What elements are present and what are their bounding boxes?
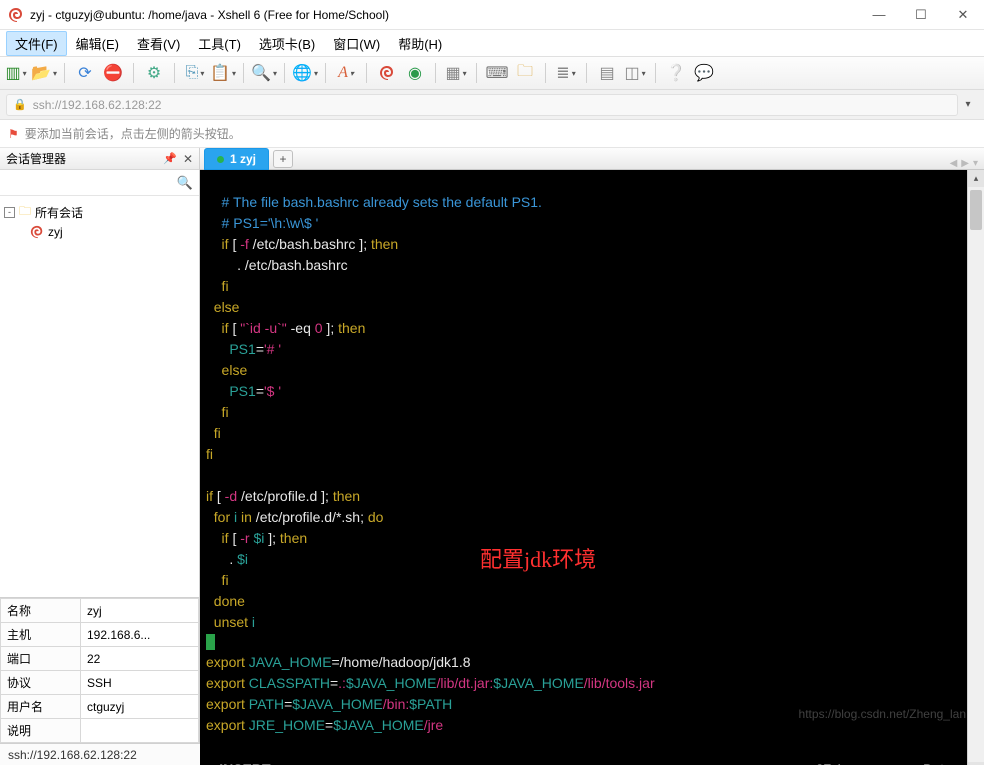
shell-icon[interactable]	[377, 63, 397, 83]
script-icon[interactable]: ≣	[556, 63, 576, 83]
feedback-icon[interactable]: 💬	[694, 63, 714, 83]
menu-bar: 文件(F) 编辑(E) 查看(V) 工具(T) 选项卡(B) 窗口(W) 帮助(…	[0, 30, 984, 56]
properties-icon[interactable]: ⚙	[144, 63, 164, 83]
content-area: 1 zyj + ◀ ▶ ▾ # The file bash.bashrc alr…	[200, 148, 984, 743]
terminal[interactable]: # The file bash.bashrc already sets the …	[200, 170, 967, 765]
find-icon[interactable]: 🔍	[254, 63, 274, 83]
vertical-scrollbar[interactable]: ▴ ▾	[967, 170, 984, 765]
vim-status-line: -- INSERT -- 27,1 Bot	[200, 760, 950, 765]
prop-val: SSH	[81, 671, 199, 695]
address-text: ssh://192.168.62.128:22	[33, 98, 162, 112]
session-manager-title: 会话管理器	[6, 150, 66, 167]
prop-row: 端口22	[1, 647, 199, 671]
lock-icon: 🔒	[13, 98, 27, 111]
pin-icon[interactable]: 📌	[163, 152, 177, 165]
address-input[interactable]: 🔒 ssh://192.168.62.128:22	[6, 94, 958, 116]
hint-text: 要添加当前会话，点击左侧的箭头按钮。	[25, 125, 241, 142]
panel-close-icon[interactable]: ✕	[183, 152, 193, 166]
window-titlebar: zyj - ctguzyj@ubuntu: /home/java - Xshel…	[0, 0, 984, 30]
app-icon	[8, 7, 24, 23]
menu-help[interactable]: 帮助(H)	[389, 31, 451, 56]
prop-val	[81, 719, 199, 743]
menu-edit[interactable]: 编辑(E)	[67, 31, 128, 56]
search-icon[interactable]: 🔍	[177, 175, 193, 191]
close-button[interactable]: ✕	[950, 7, 976, 23]
session-manager-panel: 会话管理器 📌 ✕ 🔍 - 🗀 所有会话 zyj 名称zyj 主机192.168…	[0, 148, 200, 743]
tab-menu-icon[interactable]: ▾	[973, 158, 978, 169]
prop-row: 主机192.168.6...	[1, 623, 199, 647]
tab-status-dot	[217, 156, 224, 163]
prop-row: 说明	[1, 719, 199, 743]
session-icon	[30, 225, 44, 239]
session-properties: 名称zyj 主机192.168.6... 端口22 协议SSH 用户名ctguz…	[0, 597, 199, 743]
vim-scroll: Bot	[923, 760, 944, 765]
prop-key: 主机	[1, 623, 81, 647]
copy-icon[interactable]: ⎘	[185, 63, 205, 83]
cursor	[206, 634, 215, 650]
session-search: 🔍	[0, 170, 199, 196]
prop-key: 端口	[1, 647, 81, 671]
keyboard-icon[interactable]: ⌨	[487, 63, 507, 83]
folder-icon: 🗀	[19, 202, 31, 223]
session-tree: - 🗀 所有会话 zyj	[0, 196, 199, 597]
annotation-overlay: 配置jdk环境	[480, 550, 596, 569]
tab-label: 1 zyj	[230, 152, 256, 166]
tree-session-label: zyj	[48, 225, 63, 239]
reconnect-icon[interactable]: ⟳	[75, 63, 95, 83]
new-session-icon[interactable]: ▥	[6, 63, 26, 83]
menu-tabs[interactable]: 选项卡(B)	[250, 31, 324, 56]
prop-key: 名称	[1, 599, 81, 623]
help-icon[interactable]: ❔	[666, 63, 686, 83]
hint-bar: ⚑ 要添加当前会话，点击左侧的箭头按钮。	[0, 120, 984, 148]
prop-key: 说明	[1, 719, 81, 743]
status-address: ssh://192.168.62.128:22	[8, 748, 137, 762]
tab-next-icon[interactable]: ▶	[961, 158, 969, 169]
toolbar: ▥ 📂 ⟳ ⛔ ⚙ ⎘ 📋 🔍 🌐 A ◉ ▦ ⌨ 🗀 ≣ ▤ ◫ ❔ 💬	[0, 56, 984, 90]
prop-val: 22	[81, 647, 199, 671]
tab-add-button[interactable]: +	[273, 150, 293, 168]
layout-icon[interactable]: ▦	[446, 63, 466, 83]
grid-icon[interactable]: ▤	[597, 63, 617, 83]
menu-view[interactable]: 查看(V)	[128, 31, 189, 56]
prop-val: 192.168.6...	[81, 623, 199, 647]
menu-window[interactable]: 窗口(W)	[324, 31, 389, 56]
prop-row: 名称zyj	[1, 599, 199, 623]
tree-root[interactable]: - 🗀 所有会话	[4, 202, 195, 222]
scroll-thumb[interactable]	[970, 190, 982, 230]
maximize-button[interactable]: ☐	[908, 7, 934, 23]
scroll-up-icon[interactable]: ▴	[968, 170, 984, 187]
window-title: zyj - ctguzyj@ubuntu: /home/java - Xshel…	[30, 8, 866, 22]
tree-collapse-icon[interactable]: -	[4, 207, 15, 218]
vim-mode: -- INSERT --	[206, 760, 284, 765]
prop-val: ctguzyj	[81, 695, 199, 719]
tab-zyj[interactable]: 1 zyj	[204, 148, 269, 170]
tree-session-zyj[interactable]: zyj	[30, 222, 195, 242]
tab-bar: 1 zyj + ◀ ▶ ▾	[200, 148, 984, 170]
globe-icon[interactable]: 🌐	[295, 63, 315, 83]
address-bar: 🔒 ssh://192.168.62.128:22 ▾	[0, 90, 984, 120]
session-search-input[interactable]	[6, 176, 177, 190]
prop-row: 用户名ctguzyj	[1, 695, 199, 719]
folder2-icon[interactable]: 🗀	[515, 63, 535, 83]
prop-row: 协议SSH	[1, 671, 199, 695]
prop-key: 用户名	[1, 695, 81, 719]
prop-key: 协议	[1, 671, 81, 695]
tab-prev-icon[interactable]: ◀	[950, 158, 958, 169]
menu-file[interactable]: 文件(F)	[6, 31, 67, 56]
tree-root-label: 所有会话	[35, 204, 83, 221]
paste-icon[interactable]: 📋	[213, 63, 233, 83]
address-dropdown-icon[interactable]: ▾	[958, 99, 978, 110]
vim-position: 27,1	[816, 760, 843, 765]
session-manager-header: 会话管理器 📌 ✕	[0, 148, 199, 170]
menu-tools[interactable]: 工具(T)	[189, 31, 250, 56]
xftp-icon[interactable]: ◉	[405, 63, 425, 83]
font-icon[interactable]: A	[336, 63, 356, 83]
flag-icon: ⚑	[8, 127, 19, 141]
prop-val: zyj	[81, 599, 199, 623]
disconnect-icon[interactable]: ⛔	[103, 63, 123, 83]
minimize-button[interactable]: —	[866, 7, 892, 23]
tile-icon[interactable]: ◫	[625, 63, 645, 83]
open-icon[interactable]: 📂	[34, 63, 54, 83]
